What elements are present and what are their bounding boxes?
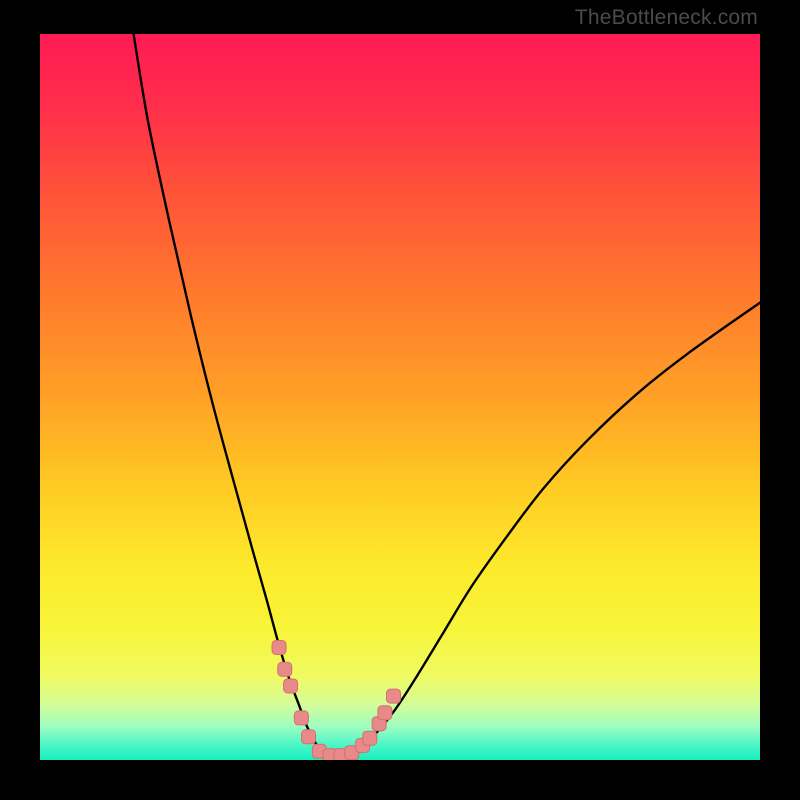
curve-marker [302,730,316,744]
plot-area [40,34,760,760]
curve-marker [378,706,392,720]
watermark-text: TheBottleneck.com [575,6,758,30]
curve-layer [40,34,760,760]
curve-marker [387,689,401,703]
curve-marker [363,731,377,745]
chart-frame: TheBottleneck.com [0,0,800,800]
curve-markers [272,640,400,760]
curve-marker [284,679,298,693]
curve-marker [278,662,292,676]
curve-marker [272,640,286,654]
bottleneck-curve [134,34,760,756]
curve-marker [294,711,308,725]
